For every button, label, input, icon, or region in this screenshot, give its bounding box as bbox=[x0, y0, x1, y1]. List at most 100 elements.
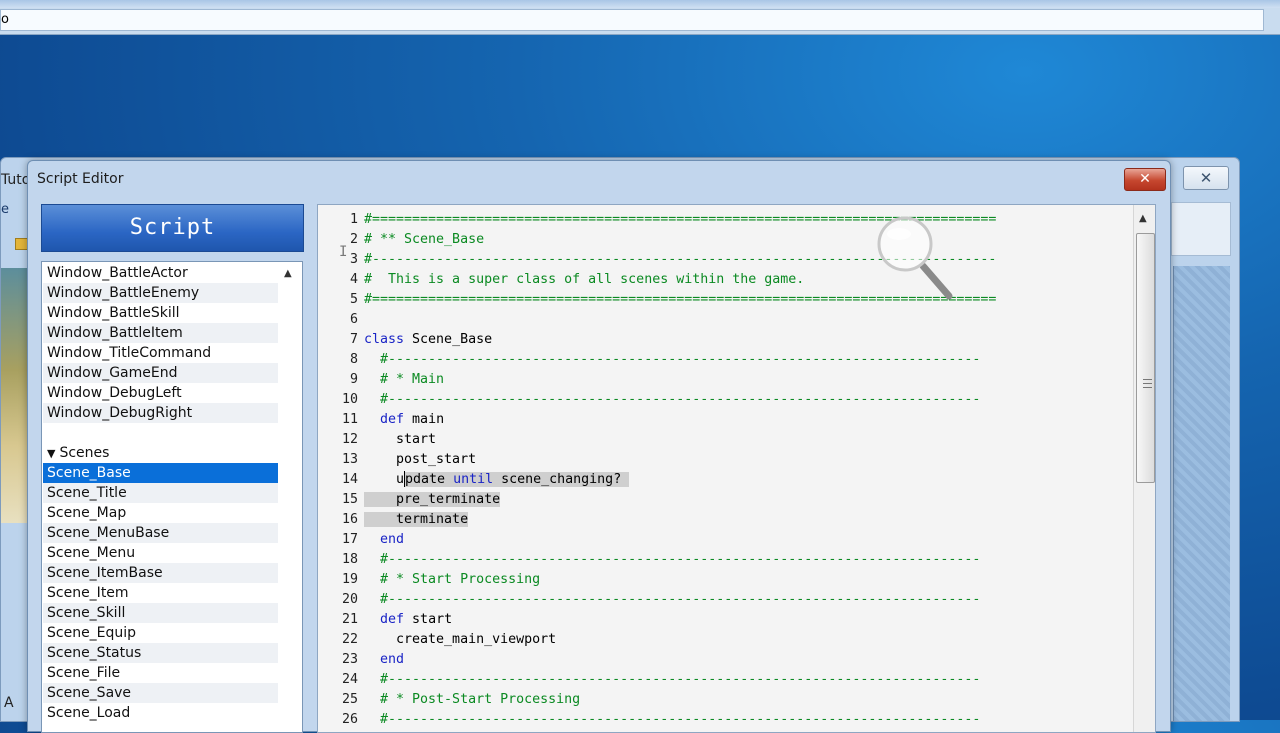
background-window-close-button[interactable]: ✕ bbox=[1183, 166, 1229, 190]
line-number: 14 bbox=[341, 472, 358, 487]
script-list-item[interactable]: Window_BattleActor bbox=[43, 263, 278, 283]
scrollbar-thumb[interactable] bbox=[1136, 233, 1155, 483]
script-list-item-selected[interactable]: Scene_Base bbox=[43, 463, 278, 483]
line-number: 4 bbox=[349, 272, 358, 287]
line-number: 8 bbox=[349, 352, 358, 367]
line-number: 7 bbox=[349, 332, 358, 347]
code-line[interactable]: 12 start bbox=[318, 430, 1108, 450]
line-number: 3 bbox=[349, 252, 358, 267]
code-line[interactable]: 8 #-------------------------------------… bbox=[318, 350, 1108, 370]
script-list-scrollbar[interactable]: ▲ bbox=[280, 263, 300, 731]
code-line[interactable]: 26 #------------------------------------… bbox=[318, 710, 1108, 730]
code-text: def main bbox=[364, 412, 444, 427]
code-text: main bbox=[404, 412, 445, 427]
code-line[interactable]: 23 end bbox=[318, 650, 1108, 670]
background-window-title: Tuto bbox=[1, 172, 31, 188]
code-text: post_start bbox=[364, 452, 477, 467]
scrollbar-grip-icon bbox=[1143, 379, 1152, 388]
code-keyword: class bbox=[364, 332, 405, 347]
script-list-item[interactable]: Scene_Item bbox=[43, 583, 278, 603]
background-menu-fragment[interactable]: e bbox=[1, 202, 9, 217]
code-line[interactable]: 17 end bbox=[318, 530, 1108, 550]
code-editor-scrollbar[interactable]: ▲ bbox=[1133, 205, 1155, 732]
dialog-close-button[interactable]: ✕ bbox=[1124, 168, 1166, 191]
script-list-item[interactable]: Scene_Menu bbox=[43, 543, 278, 563]
script-list-item[interactable]: Window_TitleCommand bbox=[43, 343, 278, 363]
script-list-item[interactable]: Scene_Save bbox=[43, 683, 278, 703]
script-list-items: Window_BattleActor Window_BattleEnemy Wind… bbox=[43, 263, 278, 723]
code-line[interactable]: 9 # * Main bbox=[318, 370, 1108, 390]
code-line[interactable]: 4 # This is a super class of all scenes w… bbox=[318, 270, 1108, 290]
code-line[interactable]: 7 class Scene_Base bbox=[318, 330, 1108, 350]
code-text: def start bbox=[364, 612, 452, 627]
line-number: 15 bbox=[341, 492, 358, 507]
code-editor[interactable]: 1 #======================================… bbox=[317, 204, 1156, 733]
line-number: 5 bbox=[349, 292, 358, 307]
code-line[interactable]: 13 post_start bbox=[318, 450, 1108, 470]
scroll-up-arrow-icon[interactable]: ▲ bbox=[284, 268, 292, 279]
script-list-item[interactable]: Window_DebugRight bbox=[43, 403, 278, 423]
script-list-item[interactable]: Scene_Status bbox=[43, 643, 278, 663]
code-keyword: def bbox=[380, 612, 405, 627]
code-line[interactable]: 18 #------------------------------------… bbox=[318, 550, 1108, 570]
code-line[interactable]: 15 pre_terminate bbox=[318, 490, 1108, 510]
script-list-item[interactable]: Window_BattleItem bbox=[43, 323, 278, 343]
code-line[interactable]: 2 # ** Scene_Base bbox=[318, 230, 1108, 250]
script-list-item[interactable]: Window_BattleEnemy bbox=[43, 283, 278, 303]
code-text: pre_terminate bbox=[364, 492, 501, 507]
code-keyword: until bbox=[453, 472, 494, 487]
script-section-scenes[interactable]: ▼ Scenes bbox=[43, 443, 278, 463]
script-list-item[interactable]: Scene_Map bbox=[43, 503, 278, 523]
code-text: end bbox=[364, 532, 404, 547]
scroll-up-arrow-icon[interactable]: ▲ bbox=[1139, 213, 1147, 224]
code-line[interactable]: 10 #------------------------------------… bbox=[318, 390, 1108, 410]
code-text: # ** Scene_Base bbox=[364, 232, 485, 247]
line-number: 10 bbox=[341, 392, 358, 407]
script-list-item[interactable]: Scene_ItemBase bbox=[43, 563, 278, 583]
code-line[interactable]: 14 update until scene_changing? bbox=[318, 470, 1108, 490]
code-line[interactable]: 22 create_main_viewport bbox=[318, 630, 1108, 650]
dialog-title: Script Editor bbox=[37, 171, 124, 187]
dialog-titlebar[interactable]: Script Editor ✕ bbox=[28, 161, 1170, 195]
selected-text: pdate until scene_changing? bbox=[405, 472, 630, 487]
code-text: #---------------------------------------… bbox=[364, 392, 981, 407]
code-line[interactable]: 19 # * Start Processing bbox=[318, 570, 1108, 590]
top-window-field[interactable]: o bbox=[0, 9, 1264, 31]
collapse-triangle-icon[interactable]: ▼ bbox=[47, 447, 55, 460]
script-list-item[interactable]: Scene_Skill bbox=[43, 603, 278, 623]
script-list[interactable]: Window_BattleActor Window_BattleEnemy Wind… bbox=[41, 261, 303, 733]
code-text: #---------------------------------------… bbox=[364, 592, 981, 607]
line-number: 23 bbox=[341, 652, 358, 667]
code-line[interactable]: 25 # * Post-Start Processing bbox=[318, 690, 1108, 710]
code-text: class Scene_Base bbox=[364, 332, 492, 347]
script-list-item[interactable]: Scene_Load bbox=[43, 703, 278, 723]
line-number: 22 bbox=[341, 632, 358, 647]
code-line[interactable]: 21 def start bbox=[318, 610, 1108, 630]
script-list-item[interactable]: Window_GameEnd bbox=[43, 363, 278, 383]
code-lines: 1 #======================================… bbox=[318, 210, 1108, 730]
code-line[interactable]: 20 #------------------------------------… bbox=[318, 590, 1108, 610]
line-number: 11 bbox=[341, 412, 358, 427]
code-line[interactable]: 3 #--------------------------------------… bbox=[318, 250, 1108, 270]
map-view[interactable] bbox=[1173, 266, 1230, 721]
code-text: #---------------------------------------… bbox=[364, 672, 981, 687]
code-line[interactable]: 11 def main bbox=[318, 410, 1108, 430]
code-line[interactable]: 16 terminate bbox=[318, 510, 1108, 530]
code-line[interactable]: 1 #======================================… bbox=[318, 210, 1108, 230]
code-line[interactable]: 6 bbox=[318, 310, 1108, 330]
top-window-titlebar bbox=[0, 0, 1280, 8]
script-list-item[interactable]: Scene_Title bbox=[43, 483, 278, 503]
background-toolbar-panel bbox=[1171, 202, 1231, 256]
code-line[interactable]: 5 #======================================… bbox=[318, 290, 1108, 310]
script-list-item[interactable]: Window_DebugLeft bbox=[43, 383, 278, 403]
line-number: 16 bbox=[341, 512, 358, 527]
script-list-item[interactable]: Scene_MenuBase bbox=[43, 523, 278, 543]
script-list-item[interactable]: Scene_File bbox=[43, 663, 278, 683]
script-list-item[interactable]: Scene_Equip bbox=[43, 623, 278, 643]
code-line[interactable]: 24 #------------------------------------… bbox=[318, 670, 1108, 690]
script-list-item[interactable]: Window_BattleSkill bbox=[43, 303, 278, 323]
tileset-palette[interactable] bbox=[1, 268, 27, 523]
selected-text: pre_terminate bbox=[364, 492, 501, 507]
line-number: 17 bbox=[341, 532, 358, 547]
code-text: # * Post-Start Processing bbox=[364, 692, 581, 707]
